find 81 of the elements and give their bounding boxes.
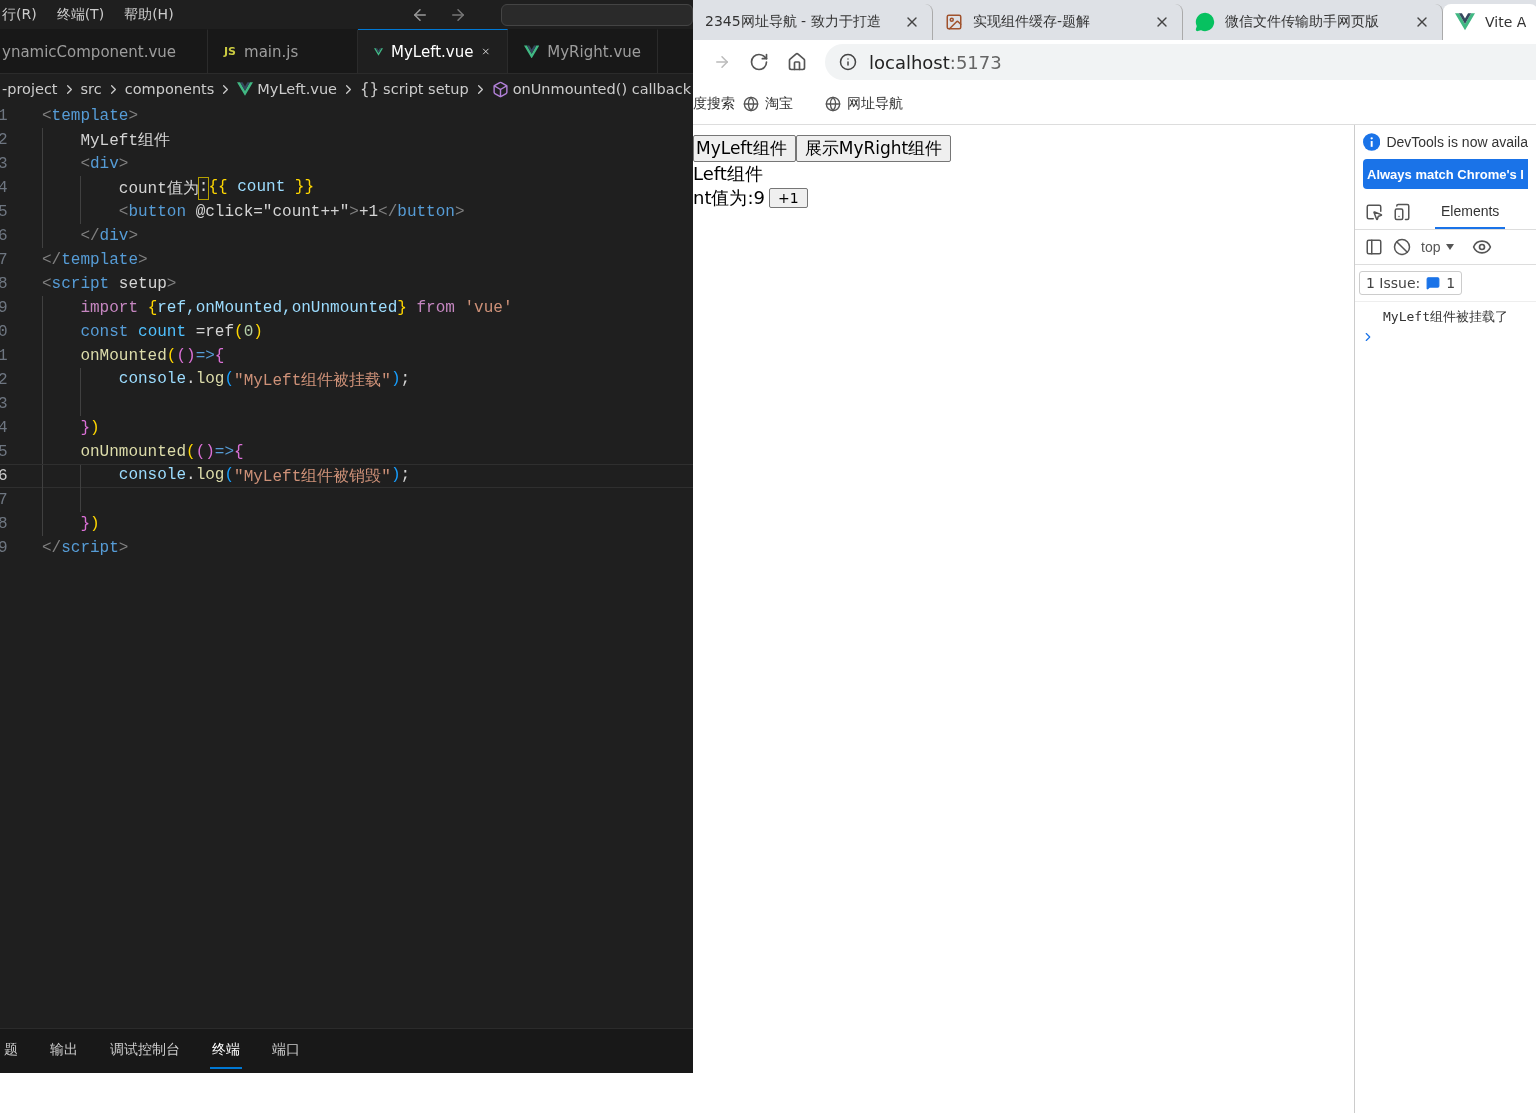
breadcrumb-item[interactable]: src xyxy=(80,81,102,97)
inspect-icon[interactable] xyxy=(1365,203,1383,221)
count-text: nt值为:9 xyxy=(693,186,765,210)
line-number: 6 xyxy=(0,227,9,245)
code-line: }) xyxy=(79,419,100,437)
code-line: }) xyxy=(79,515,100,533)
issues-button[interactable]: 1 Issue: 1 xyxy=(1359,271,1463,295)
code-line: </div> xyxy=(79,227,139,245)
line-number: 6 xyxy=(0,467,9,485)
image-icon xyxy=(945,13,963,31)
code-line: console.log("MyLeft组件被销毁"); xyxy=(117,465,411,487)
code-line: count值为:{{ count }} xyxy=(117,177,315,199)
breadcrumb-item[interactable]: MyLeft.vue xyxy=(257,81,337,97)
panel-tab[interactable]: 端口 xyxy=(270,1033,302,1069)
home-icon[interactable] xyxy=(787,52,807,72)
breadcrumb-item[interactable]: script setup xyxy=(383,81,469,97)
caret-icon xyxy=(1446,244,1455,250)
always-match-button[interactable]: Always match Chrome's l xyxy=(1363,159,1528,189)
line-number: 2 xyxy=(0,371,9,389)
browser-tab[interactable]: 2345网址导航 - 致力于打造 xyxy=(693,4,933,40)
console-message: MyLeft组件被挂载了 xyxy=(1355,301,1536,330)
v-logo-icon xyxy=(237,82,254,96)
address-bar[interactable]: localhost:5173 xyxy=(825,44,1536,80)
browser-tab[interactable]: 实现组件缓存-题解 xyxy=(933,4,1183,40)
chat-icon xyxy=(1195,12,1215,32)
browser-tab[interactable]: Vite A xyxy=(1443,4,1536,40)
braces-icon: {} xyxy=(360,80,380,98)
clear-icon[interactable] xyxy=(1393,238,1411,256)
component-title: Left组件 xyxy=(693,162,763,186)
line-number: 1 xyxy=(0,107,9,125)
line-number: 7 xyxy=(0,491,9,509)
js-icon: JS xyxy=(224,45,236,58)
elements-tab[interactable]: Elements xyxy=(1435,195,1506,229)
code-line: </script> xyxy=(42,539,129,557)
devtools-notice: DevTools is now availa xyxy=(1386,134,1528,150)
code-line: const count =ref(0) xyxy=(79,323,263,341)
menu-item[interactable]: 帮助(H) xyxy=(124,5,174,24)
eye-icon[interactable] xyxy=(1472,237,1493,257)
code-line: </template> xyxy=(42,251,148,269)
bookmark[interactable]: 网址导航 xyxy=(847,95,903,113)
code-line: <template> xyxy=(42,107,139,125)
info-icon xyxy=(1363,133,1381,151)
line-number: 7 xyxy=(0,251,9,269)
context-dropdown[interactable]: top xyxy=(1421,239,1455,255)
breadcrumb-item[interactable]: -project xyxy=(2,81,58,97)
code-line: MyLeft组件 xyxy=(79,130,170,151)
line-number: 2 xyxy=(0,131,9,149)
breadcrumb-item[interactable]: components xyxy=(124,81,215,97)
device-icon[interactable] xyxy=(1393,203,1411,221)
message-icon xyxy=(1426,276,1441,290)
increment-button[interactable]: +1 xyxy=(769,188,808,208)
v-logo-icon xyxy=(524,44,540,59)
search-field[interactable] xyxy=(501,3,693,26)
bookmark[interactable]: 淘宝 xyxy=(765,95,793,113)
panel-tab[interactable]: 调试控制台 xyxy=(108,1033,182,1069)
editor-tab[interactable]: MyLeft.vue xyxy=(358,29,508,73)
sidebar-icon[interactable] xyxy=(1365,238,1383,256)
panel-tab[interactable]: 输出 xyxy=(48,1033,80,1069)
line-number: 1 xyxy=(0,347,9,365)
globe-icon xyxy=(825,96,841,112)
v-logo-icon xyxy=(1455,13,1475,31)
code-line: onUnmounted(()=>{ xyxy=(79,443,244,461)
cube-icon xyxy=(491,80,509,98)
code-line: <button @click="count++">+1</button> xyxy=(117,203,465,221)
reload-icon[interactable] xyxy=(749,52,769,72)
show-component-button[interactable]: MyLeft组件 xyxy=(693,135,796,162)
menu-item[interactable]: 行(R) xyxy=(2,5,37,24)
code-line: import {ref,onMounted,onUnmounted} from 'vue' xyxy=(79,299,513,317)
panel-tab[interactable]: 题 xyxy=(2,1033,20,1069)
show-component-button[interactable]: 展示MyRight组件 xyxy=(795,135,952,162)
code-line: <script setup> xyxy=(42,275,177,293)
editor-tab[interactable]: ynamicComponent.vue xyxy=(0,29,208,73)
breadcrumb-item[interactable]: onUnmounted() callback xyxy=(512,81,692,97)
browser-tab[interactable]: 微信文件传输助手网页版 xyxy=(1183,4,1443,40)
code-line: <div> xyxy=(79,155,129,173)
bookmark[interactable]: 度搜索 xyxy=(693,95,735,113)
code-line: onMounted(()=>{ xyxy=(79,347,225,365)
code-line: console.log("MyLeft组件被挂载"); xyxy=(117,369,411,391)
panel-tab[interactable]: 终端 xyxy=(210,1033,242,1069)
globe-icon xyxy=(743,96,759,112)
menu-item[interactable]: 终端(T) xyxy=(56,5,105,24)
